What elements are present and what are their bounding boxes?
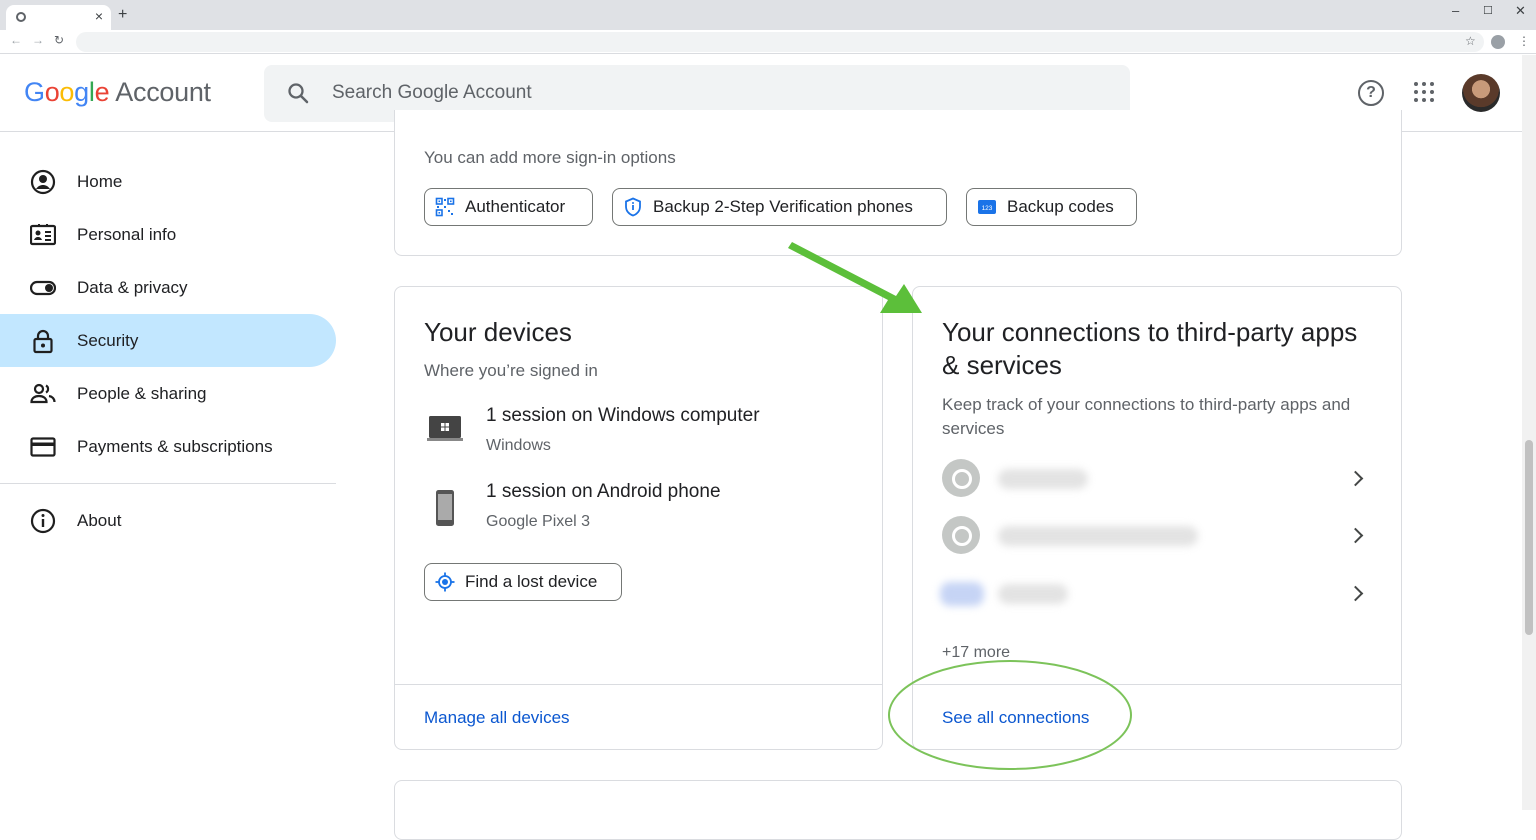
profile-icon[interactable] <box>1491 35 1505 49</box>
signin-options-card: You can add more sign-in options Authent… <box>394 110 1402 256</box>
browser-tab-strip: × + – ☐ ✕ <box>0 0 1536 30</box>
blurred-app-name <box>998 526 1198 546</box>
connection-row[interactable] <box>940 574 1374 614</box>
blurred-app-name <box>998 584 1068 604</box>
connection-row[interactable] <box>942 459 1374 499</box>
card-divider <box>395 684 882 685</box>
sidebar-item-label: Personal info <box>77 224 177 244</box>
scrollbar-thumb[interactable] <box>1525 440 1533 635</box>
devices-card: Your devices Where you’re signed in 1 se… <box>394 286 883 750</box>
connection-row[interactable] <box>942 516 1374 556</box>
close-window-icon[interactable]: ✕ <box>1515 3 1526 19</box>
google-account-logo[interactable]: Google Account <box>24 77 211 108</box>
info-icon <box>30 508 56 533</box>
chevron-right-icon <box>1347 527 1364 544</box>
svg-text:123: 123 <box>982 205 993 212</box>
toggle-icon <box>30 280 56 295</box>
sidebar-item-security[interactable]: Security <box>0 314 336 367</box>
authenticator-chip[interactable]: Authenticator <box>424 188 593 226</box>
shield-icon <box>625 197 641 217</box>
favicon-icon <box>16 12 26 22</box>
help-icon[interactable]: ? <box>1358 80 1384 106</box>
lock-icon <box>33 329 53 353</box>
chevron-right-icon <box>1347 470 1364 487</box>
sidebar-item-people-sharing[interactable]: People & sharing <box>0 367 336 420</box>
app-logo-icon <box>940 582 984 606</box>
manage-all-devices-link[interactable]: Manage all devices <box>424 708 570 728</box>
qr-authenticator-icon <box>435 197 455 217</box>
sidebar-item-home[interactable]: Home <box>0 155 336 208</box>
search-input[interactable]: Search Google Account <box>332 82 532 104</box>
search-icon[interactable] <box>286 81 310 105</box>
tab-close-icon[interactable]: × <box>95 8 103 24</box>
phone-icon <box>436 490 454 526</box>
apps-grid-icon[interactable] <box>1414 82 1434 102</box>
backup-codes-icon: 123 <box>978 200 996 214</box>
sidebar-item-data-privacy[interactable]: Data & privacy <box>0 261 336 314</box>
location-target-icon <box>435 572 455 592</box>
session-title: 1 session on Windows computer <box>486 405 760 426</box>
devices-title: Your devices <box>424 317 572 347</box>
chip-label: Authenticator <box>465 197 566 216</box>
reload-icon[interactable]: ↻ <box>54 33 64 47</box>
id-card-icon <box>30 223 56 245</box>
session-title: 1 session on Android phone <box>486 481 721 502</box>
sidebar-item-personal-info[interactable]: Personal info <box>0 208 336 261</box>
connections-card: Your connections to third-party apps & s… <box>912 286 1402 750</box>
sidebar-item-label: People & sharing <box>77 383 207 403</box>
next-card <box>394 780 1402 840</box>
chip-label: Find a lost device <box>465 572 598 591</box>
backup-codes-chip[interactable]: 123 Backup codes <box>966 188 1137 226</box>
sidebar-item-about[interactable]: About <box>0 494 336 547</box>
sidebar-divider <box>0 483 336 484</box>
find-lost-device-button[interactable]: Find a lost device <box>424 563 622 601</box>
session-detail: Windows <box>486 437 551 454</box>
address-bar[interactable] <box>76 32 1484 52</box>
forward-icon[interactable]: → <box>32 33 44 47</box>
sidebar-item-label: Payments & subscriptions <box>77 436 273 456</box>
card-divider <box>913 684 1401 685</box>
sidebar-nav: Home Personal info Data & privacy Securi… <box>0 155 336 547</box>
signin-hint: You can add more sign-in options <box>424 148 676 167</box>
browser-toolbar: ← → ↻ ☆ ⋮ <box>0 30 1536 54</box>
bookmark-star-icon[interactable]: ☆ <box>1465 34 1476 48</box>
sidebar-item-label: About <box>77 510 122 530</box>
app-logo-icon <box>942 459 980 497</box>
chevron-right-icon <box>1347 585 1364 602</box>
app-logo-icon <box>942 516 980 554</box>
see-all-connections-link[interactable]: See all connections <box>942 708 1089 728</box>
sidebar-item-label: Home <box>77 171 123 191</box>
backup-phones-chip[interactable]: Backup 2-Step Verification phones <box>612 188 947 226</box>
session-detail: Google Pixel 3 <box>486 513 591 530</box>
sidebar-item-payments[interactable]: Payments & subscriptions <box>0 420 336 473</box>
browser-tab[interactable]: × <box>6 5 111 30</box>
people-icon <box>30 383 56 403</box>
device-session-android[interactable]: 1 session on Android phone Google Pixel … <box>424 473 864 533</box>
menu-dots-icon[interactable]: ⋮ <box>1518 34 1530 48</box>
device-session-windows[interactable]: 1 session on Windows computer Windows <box>424 397 864 457</box>
chip-label: Backup 2-Step Verification phones <box>653 197 913 216</box>
maximize-icon[interactable]: ☐ <box>1483 4 1493 17</box>
more-connections-count: +17 more <box>942 644 1011 661</box>
chip-label: Backup codes <box>1007 197 1114 216</box>
credit-card-icon <box>30 436 56 457</box>
devices-subtitle: Where you’re signed in <box>424 361 598 380</box>
connections-description: Keep track of your connections to third-… <box>942 395 1351 438</box>
back-icon[interactable]: ← <box>10 33 22 47</box>
sidebar-item-label: Security <box>77 330 139 350</box>
new-tab-icon[interactable]: + <box>118 6 127 24</box>
sidebar-item-label: Data & privacy <box>77 277 188 297</box>
blurred-app-name <box>998 469 1088 489</box>
avatar[interactable] <box>1462 74 1500 112</box>
connections-title: Your connections to third-party apps & s… <box>942 317 1358 380</box>
account-circle-icon <box>30 169 56 194</box>
page-scrollbar[interactable] <box>1522 55 1536 810</box>
minimize-icon[interactable]: – <box>1452 3 1459 18</box>
laptop-icon <box>427 416 463 441</box>
